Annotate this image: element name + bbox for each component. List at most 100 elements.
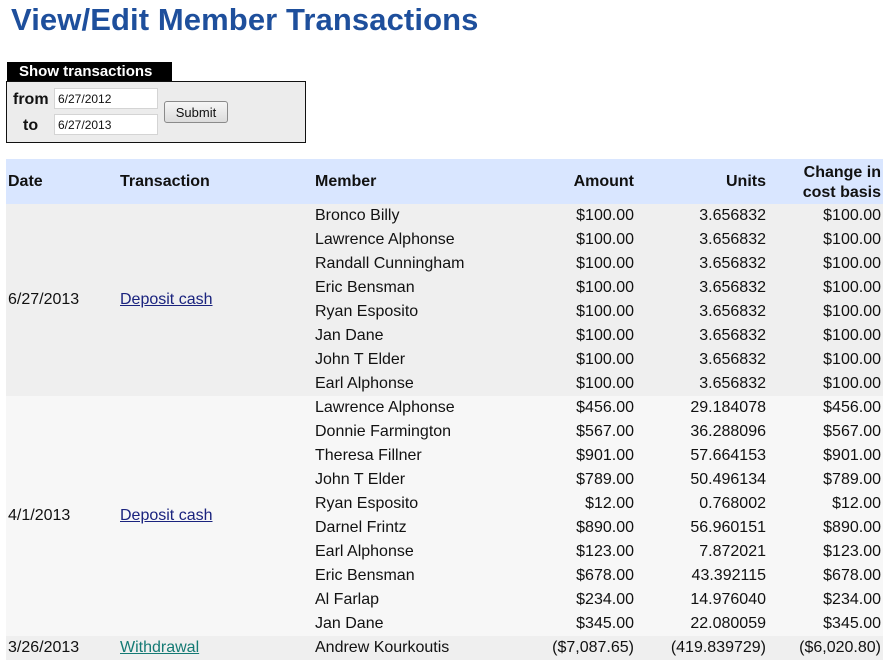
member-name: Lawrence Alphonse xyxy=(313,228,528,252)
units-value: 3.656832 xyxy=(636,348,768,372)
amount-value: $100.00 xyxy=(528,372,636,396)
member-name: Earl Alphonse xyxy=(313,540,528,564)
member-name: Randall Cunningham xyxy=(313,252,528,276)
amount-value: $100.00 xyxy=(528,300,636,324)
amount-value: $100.00 xyxy=(528,276,636,300)
transaction-link[interactable]: Withdrawal xyxy=(120,639,199,656)
units-value: 57.664153 xyxy=(636,444,768,468)
amount-value: ($7,087.65) xyxy=(528,636,636,660)
change-header-line1: Change in xyxy=(803,163,881,181)
units-value: 56.960151 xyxy=(636,516,768,540)
amount-value: $100.00 xyxy=(528,348,636,372)
amount-value: $100.00 xyxy=(528,252,636,276)
cost-basis-change-value: $678.00 xyxy=(768,564,883,588)
amount-value: $901.00 xyxy=(528,444,636,468)
amount-value: $456.00 xyxy=(528,396,636,420)
transaction-cell: Deposit cash xyxy=(118,396,313,636)
date-filter-form: from to Submit xyxy=(6,81,306,143)
column-header-change-in-cost-basis: Change in cost basis xyxy=(768,159,883,204)
units-value: 3.656832 xyxy=(636,252,768,276)
member-name: Jan Dane xyxy=(313,612,528,636)
to-date-input[interactable] xyxy=(54,114,158,135)
cost-basis-change-value: $123.00 xyxy=(768,540,883,564)
transactions-table: Date Transaction Member Amount Units Cha… xyxy=(6,159,883,660)
change-header-line2: cost basis xyxy=(802,183,881,201)
from-label: from xyxy=(13,91,49,108)
table-row: 4/1/2013 Deposit cash Lawrence Alphonse $45… xyxy=(6,396,883,636)
cost-basis-change-value: $890.00 xyxy=(768,516,883,540)
member-name: Donnie Farmington xyxy=(313,420,528,444)
from-date-input[interactable] xyxy=(54,88,158,109)
units-value: 3.656832 xyxy=(636,300,768,324)
cost-basis-change-value: $100.00 xyxy=(768,228,883,252)
table-header-row: Date Transaction Member Amount Units Cha… xyxy=(6,159,883,204)
cost-basis-change-value: ($6,020.80) xyxy=(768,636,883,660)
member-name: Theresa Fillner xyxy=(313,444,528,468)
member-name: John T Elder xyxy=(313,348,528,372)
amount-value: $100.00 xyxy=(528,228,636,252)
member-name: Al Farlap xyxy=(313,588,528,612)
cost-basis-change-value: $100.00 xyxy=(768,204,883,228)
transaction-cell: Deposit cash xyxy=(118,204,313,396)
cost-basis-change-value: $567.00 xyxy=(768,420,883,444)
cost-basis-change-value: $234.00 xyxy=(768,588,883,612)
cost-basis-change-value: $456.00 xyxy=(768,396,883,420)
units-value: 3.656832 xyxy=(636,276,768,300)
units-value: 50.496134 xyxy=(636,468,768,492)
transactions-body: 6/27/2013 Deposit cash Bronco Billy $100.00… xyxy=(6,204,883,660)
transaction-date: 6/27/2013 xyxy=(6,204,118,396)
member-name: Andrew Kourkoutis xyxy=(313,636,528,660)
member-name: Ryan Esposito xyxy=(313,300,528,324)
transaction-link[interactable]: Deposit cash xyxy=(120,291,213,308)
units-value: 0.768002 xyxy=(636,492,768,516)
column-header-member: Member xyxy=(313,159,528,204)
units-value: 14.976040 xyxy=(636,588,768,612)
units-value: 3.656832 xyxy=(636,204,768,228)
transaction-cell: Withdrawal xyxy=(118,636,313,660)
units-value: 3.656832 xyxy=(636,324,768,348)
units-value: 7.872021 xyxy=(636,540,768,564)
member-name: Earl Alphonse xyxy=(313,372,528,396)
cost-basis-change-value: $100.00 xyxy=(768,372,883,396)
amount-value: $100.00 xyxy=(528,204,636,228)
submit-button[interactable]: Submit xyxy=(164,101,228,123)
amount-value: $789.00 xyxy=(528,468,636,492)
filter-legend: Show transactions xyxy=(7,62,172,81)
transaction-date: 3/26/2013 xyxy=(6,636,118,660)
units-value: 43.392115 xyxy=(636,564,768,588)
to-label: to xyxy=(23,117,39,134)
cost-basis-change-value: $100.00 xyxy=(768,300,883,324)
amount-value: $12.00 xyxy=(528,492,636,516)
table-row: 3/26/2013 Withdrawal Andrew Kourkoutis ($7,… xyxy=(6,636,883,660)
cost-basis-change-value: $100.00 xyxy=(768,252,883,276)
amount-value: $123.00 xyxy=(528,540,636,564)
units-value: 22.080059 xyxy=(636,612,768,636)
units-value: (419.839729) xyxy=(636,636,768,660)
cost-basis-change-value: $345.00 xyxy=(768,612,883,636)
units-value: 3.656832 xyxy=(636,372,768,396)
table-row: 6/27/2013 Deposit cash Bronco Billy $100.00… xyxy=(6,204,883,396)
amount-value: $567.00 xyxy=(528,420,636,444)
member-name: Ryan Esposito xyxy=(313,492,528,516)
column-header-date: Date xyxy=(6,159,118,204)
member-name: Darnel Frintz xyxy=(313,516,528,540)
page-title: View/Edit Member Transactions xyxy=(11,2,479,37)
cost-basis-change-value: $100.00 xyxy=(768,348,883,372)
member-name: John T Elder xyxy=(313,468,528,492)
transaction-date: 4/1/2013 xyxy=(6,396,118,636)
cost-basis-change-value: $789.00 xyxy=(768,468,883,492)
units-value: 29.184078 xyxy=(636,396,768,420)
amount-value: $890.00 xyxy=(528,516,636,540)
transaction-link[interactable]: Deposit cash xyxy=(120,507,213,524)
amount-value: $345.00 xyxy=(528,612,636,636)
cost-basis-change-value: $901.00 xyxy=(768,444,883,468)
column-header-amount: Amount xyxy=(528,159,636,204)
units-value: 3.656832 xyxy=(636,228,768,252)
member-name: Lawrence Alphonse xyxy=(313,396,528,420)
member-name: Eric Bensman xyxy=(313,276,528,300)
amount-value: $234.00 xyxy=(528,588,636,612)
column-header-units: Units xyxy=(636,159,768,204)
amount-value: $100.00 xyxy=(528,324,636,348)
cost-basis-change-value: $100.00 xyxy=(768,276,883,300)
member-name: Eric Bensman xyxy=(313,564,528,588)
